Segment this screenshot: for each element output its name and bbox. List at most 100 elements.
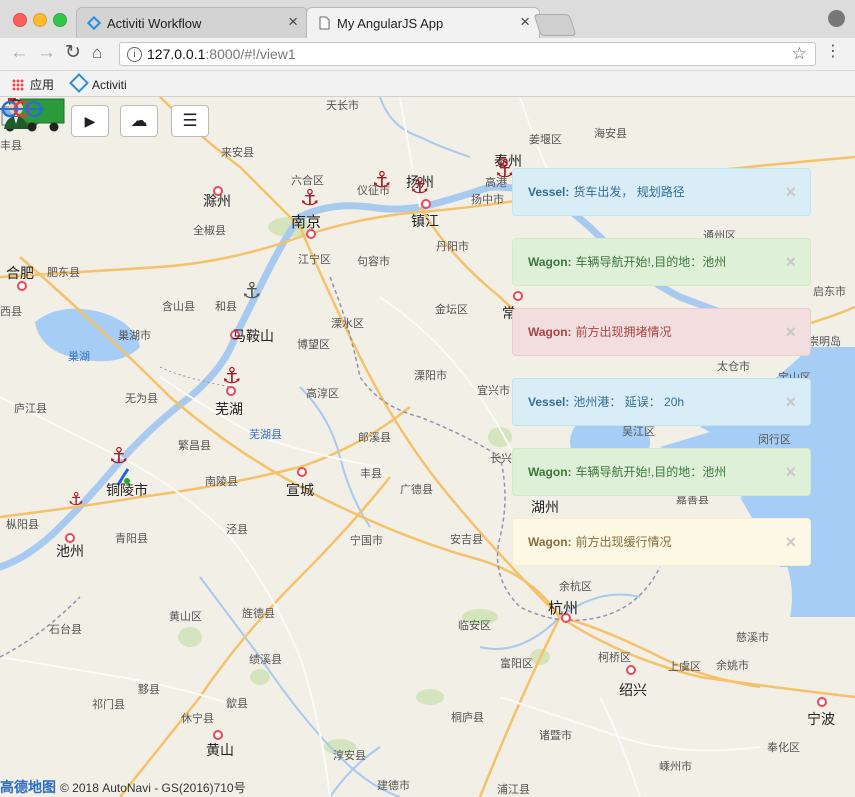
close-icon[interactable]: × — [785, 533, 796, 551]
map-label: 启东市 — [813, 286, 846, 298]
map-label: 奉化区 — [767, 742, 800, 754]
back-arrow-icon[interactable]: ← — [10, 43, 29, 63]
map-label: 溧水区 — [331, 318, 364, 330]
map-label: 马鞍山 — [232, 328, 274, 344]
map-label: 上虞区 — [668, 661, 701, 673]
play-button[interactable]: ▶ — [71, 105, 109, 137]
bookmarks-bar: 应用 Activiti — [0, 71, 855, 97]
profile-avatar-icon[interactable] — [828, 10, 845, 27]
menu-button[interactable]: ☰ — [171, 105, 209, 137]
map-label: 姜堰区 — [529, 134, 562, 146]
browser-menu-icon[interactable]: ⋮ — [825, 44, 841, 60]
map-label: 南陵县 — [205, 476, 238, 488]
new-tab-button[interactable] — [533, 14, 577, 36]
map-label: 全椒县 — [193, 225, 226, 237]
map-label: 淳安县 — [333, 750, 366, 762]
close-icon[interactable]: × — [785, 393, 796, 411]
map-label: 宁国市 — [350, 535, 383, 547]
bookmark-apps[interactable]: 应用 — [12, 76, 54, 93]
activiti-diamond-icon — [87, 16, 101, 30]
tab-close-icon[interactable]: × — [520, 13, 530, 30]
map-label: 溧阳市 — [414, 370, 447, 382]
port-anchor-icon[interactable]: ⚓ — [109, 445, 129, 467]
tab-activiti-workflow[interactable]: Activiti Workflow × — [76, 7, 308, 38]
forward-arrow-icon[interactable]: → — [37, 43, 56, 63]
map-label: 郎溪县 — [358, 432, 391, 444]
map-label: 海安县 — [594, 128, 627, 140]
home-icon[interactable]: ⌂ — [92, 43, 102, 63]
map-label: 太仓市 — [717, 361, 750, 373]
map-label: 浦江县 — [497, 784, 530, 796]
close-icon[interactable]: × — [785, 323, 796, 341]
address-bar[interactable]: i 127.0.0.1:8000/#!/view1 ☆ — [119, 42, 816, 66]
bookmark-activiti[interactable]: Activiti — [69, 73, 127, 93]
city-marker — [297, 467, 307, 477]
map-label: 歙县 — [226, 698, 248, 710]
notification-wagon-nav-start: Wagon: 车辆导航开始!,目的地：池州 × — [512, 448, 811, 496]
map-label: 柯桥区 — [598, 652, 631, 664]
map-label: 天长市 — [326, 100, 359, 112]
url-text[interactable]: 127.0.0.1:8000/#!/view1 — [147, 46, 296, 62]
tab-my-angularjs-app[interactable]: My AngularJS App × — [306, 7, 540, 38]
map-label: 余杭区 — [559, 581, 592, 593]
map-label: 池州 — [56, 543, 84, 559]
reload-icon[interactable]: ↻ — [65, 43, 81, 63]
info-icon[interactable]: i — [127, 47, 142, 62]
map-label: 丰县 — [0, 140, 22, 152]
port-anchor-icon[interactable]: ⚓ — [372, 169, 392, 191]
map-label: 诸暨市 — [539, 730, 572, 742]
port-anchor-icon[interactable]: ⚓ — [242, 280, 262, 302]
map-label: 建德市 — [377, 780, 410, 792]
map-label: 芜湖县 — [249, 429, 282, 441]
bookmark-star-icon[interactable]: ☆ — [792, 44, 807, 64]
city-marker — [421, 199, 431, 209]
activiti-diamond-icon — [69, 73, 89, 93]
map-label: 宁波 — [807, 711, 835, 727]
map-label: 绍兴 — [619, 682, 647, 698]
hamburger-menu-icon: ☰ — [182, 111, 198, 130]
map-label: 杭州 — [548, 600, 579, 617]
tab-close-icon[interactable]: × — [288, 13, 298, 30]
map-canvas[interactable]: 天长市 姜堰区 海安县 来安县 丰县 滁州 六合区 仪征市 扬州 泰州 高港 扬… — [0, 97, 855, 797]
close-icon[interactable]: × — [785, 463, 796, 481]
amap-logo[interactable]: 高德地图 — [0, 779, 56, 795]
map-label: 滁州 — [203, 193, 231, 209]
port-anchor-icon[interactable]: ⚓ — [300, 187, 320, 209]
map-label: 宣城 — [286, 482, 314, 498]
browser-chrome: Activiti Workflow × My AngularJS App × ←… — [0, 0, 855, 97]
map-label: 祁门县 — [92, 699, 125, 711]
map-label: 无为县 — [125, 393, 158, 405]
map-label: 富阳区 — [500, 658, 533, 670]
window-maximize-button[interactable] — [53, 13, 67, 27]
browser-toolbar: ← → ↻ ⌂ i 127.0.0.1:8000/#!/view1 ☆ ⋮ — [0, 38, 855, 71]
tab-strip: Activiti Workflow × My AngularJS App × — [0, 0, 855, 38]
map-label: 和县 — [215, 301, 237, 313]
port-anchor-icon[interactable]: ⚓ — [410, 175, 430, 197]
map-label: 黄山区 — [169, 611, 202, 623]
port-anchor-icon[interactable]: ⚓ — [68, 488, 84, 510]
map-label: 合肥 — [6, 265, 34, 281]
upload-button[interactable]: ☁ — [120, 105, 158, 137]
map-label: 石台县 — [49, 624, 82, 636]
map-label: 巢湖市 — [118, 330, 151, 342]
map-label: 镇江 — [411, 213, 439, 229]
close-icon[interactable]: × — [785, 183, 796, 201]
cloud-upload-icon: ☁ — [130, 111, 148, 130]
map-label: 休宁县 — [181, 713, 214, 725]
notification-wagon-slow-traffic: Wagon: 前方出现缓行情况 × — [512, 518, 811, 566]
map-label: 来安县 — [221, 147, 254, 159]
city-marker — [817, 697, 827, 707]
port-anchor-icon[interactable]: ⚓ — [222, 365, 242, 387]
window-minimize-button[interactable] — [33, 13, 47, 27]
map-label: 闵行区 — [758, 434, 791, 446]
tab-title: My AngularJS App — [337, 16, 444, 31]
close-icon[interactable]: × — [785, 253, 796, 271]
map-label: 枞阳县 — [6, 519, 39, 531]
map-label: 芜湖 — [215, 401, 243, 417]
map-label: 金坛区 — [435, 304, 468, 316]
app-logo — [0, 100, 44, 118]
notification-wagon-nav-start: Wagon: 车辆导航开始!,目的地：池州 × — [512, 238, 811, 286]
document-icon — [319, 16, 330, 30]
window-close-button[interactable] — [13, 13, 27, 27]
city-marker — [513, 291, 523, 301]
